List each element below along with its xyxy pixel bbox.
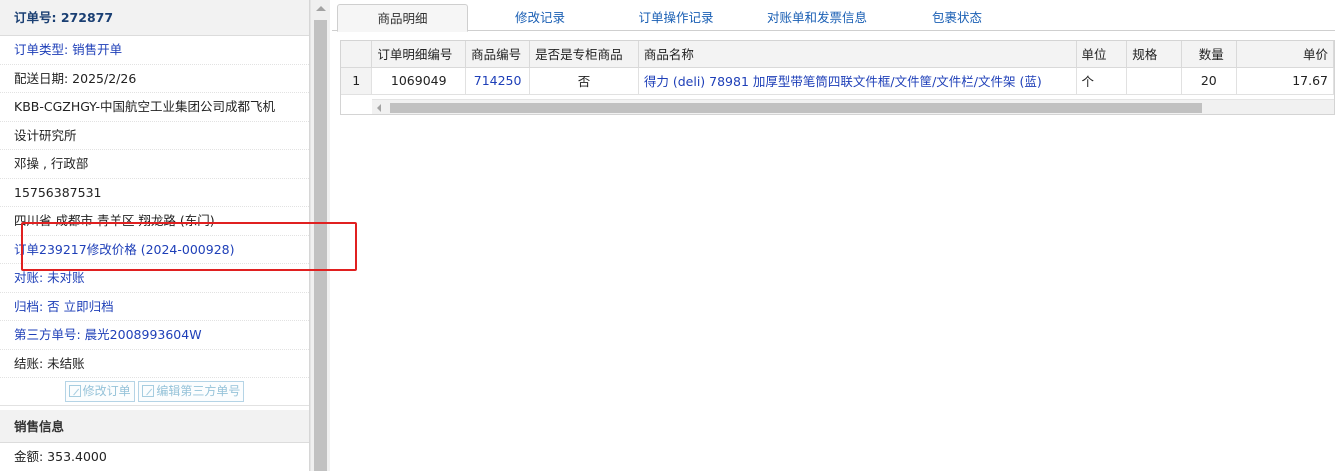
red-highlight-box [21,222,357,271]
cell-rownum: 1 [341,67,373,95]
product-table: 订单明细编号 商品编号 是否是专柜商品 商品名称 单位 规格 数量 单价 1 1… [341,41,1334,95]
archive-row[interactable]: 归档: 否 立即归档 [0,293,309,321]
amount-row: 金额: 353.4000 [0,443,309,471]
table-row[interactable]: 1 1069049 714250 否 得力 (deli) 78981 加厚型带笔… [341,67,1334,95]
tab-order-operation-log[interactable]: 订单操作记录 [617,4,735,31]
delivery-date-row: 配送日期: 2025/2/26 [0,65,309,93]
tab-product-details[interactable]: 商品明细 [337,4,468,32]
col-header-unit-price[interactable]: 单价 [1236,41,1334,68]
order-type-row[interactable]: 订单类型: 销售开单 [0,36,309,65]
cell-detail-id: 1069049 [371,67,467,95]
grid-scrollbar-thumb[interactable] [390,103,1202,113]
detail-area: 商品明细 修改记录 订单操作记录 对账单和发票信息 包裹状态 订单明细编号 商品… [332,0,1335,471]
settlement-status-row: 结账: 未结账 [0,350,309,378]
edit-order-button[interactable]: 修改订单 [64,381,135,402]
table-header-row: 订单明细编号 商品编号 是否是专柜商品 商品名称 单位 规格 数量 单价 [341,41,1334,68]
customer-name-row: KBB-CGZHGY-中国航空工业集团公司成都飞机 [0,93,309,122]
edit-order-label: 修改订单 [82,384,131,398]
order-number-header: 订单号: 272877 [0,0,309,36]
cell-spec [1126,67,1182,95]
col-header-rownum [341,41,373,68]
cell-product-name[interactable]: 得力 (deli) 78981 加厚型带笔筒四联文件框/文件筐/文件栏/文件架 … [638,67,1077,95]
cell-product-code[interactable]: 714250 [465,67,531,95]
third-party-number-row[interactable]: 第三方单号: 晨光2008993604W [0,321,309,350]
col-header-quantity[interactable]: 数量 [1181,41,1237,68]
cell-unit-price: 17.67 [1236,67,1334,95]
order-detail-window: 订单号: 272877 订单类型: 销售开单 配送日期: 2025/2/26 K… [0,0,1335,471]
col-header-product-name[interactable]: 商品名称 [638,41,1077,68]
col-header-counter-product[interactable]: 是否是专柜商品 [529,41,639,68]
contact-person-row: 邓操 , 行政部 [0,150,309,179]
col-header-detail-id[interactable]: 订单明细编号 [371,41,467,68]
scroll-up-icon[interactable] [316,6,326,11]
scroll-left-icon[interactable] [377,104,381,112]
tab-bar: 商品明细 修改记录 订单操作记录 对账单和发票信息 包裹状态 [332,0,1335,32]
grid-horizontal-scrollbar[interactable] [372,99,1334,114]
order-number-value: 272877 [60,10,114,25]
col-header-spec[interactable]: 规格 [1126,41,1182,68]
cell-quantity: 20 [1181,67,1237,95]
product-detail-grid: 订单明细编号 商品编号 是否是专柜商品 商品名称 单位 规格 数量 单价 1 1… [340,40,1335,115]
edit-third-party-button[interactable]: 编辑第三方单号 [138,381,245,402]
phone-row: 15756387531 [0,179,309,207]
tab-statement-invoice[interactable]: 对账单和发票信息 [742,4,892,31]
edit-third-party-label: 编辑第三方单号 [156,384,241,398]
cell-unit: 个 [1076,67,1128,95]
tab-package-status[interactable]: 包裹状态 [907,4,1007,31]
edit-icon [68,385,81,397]
order-actions: 修改订单 编辑第三方单号 [0,378,309,406]
col-header-unit[interactable]: 单位 [1076,41,1128,68]
tab-modification-log[interactable]: 修改记录 [490,4,590,31]
edit-icon [142,385,155,397]
cell-counter-product: 否 [529,67,639,95]
col-header-product-code[interactable]: 商品编号 [465,41,531,68]
order-number-label: 订单号: [14,10,61,25]
customer-name-row-cont: 设计研究所 [0,122,309,150]
sales-info-header: 销售信息 [0,410,309,443]
